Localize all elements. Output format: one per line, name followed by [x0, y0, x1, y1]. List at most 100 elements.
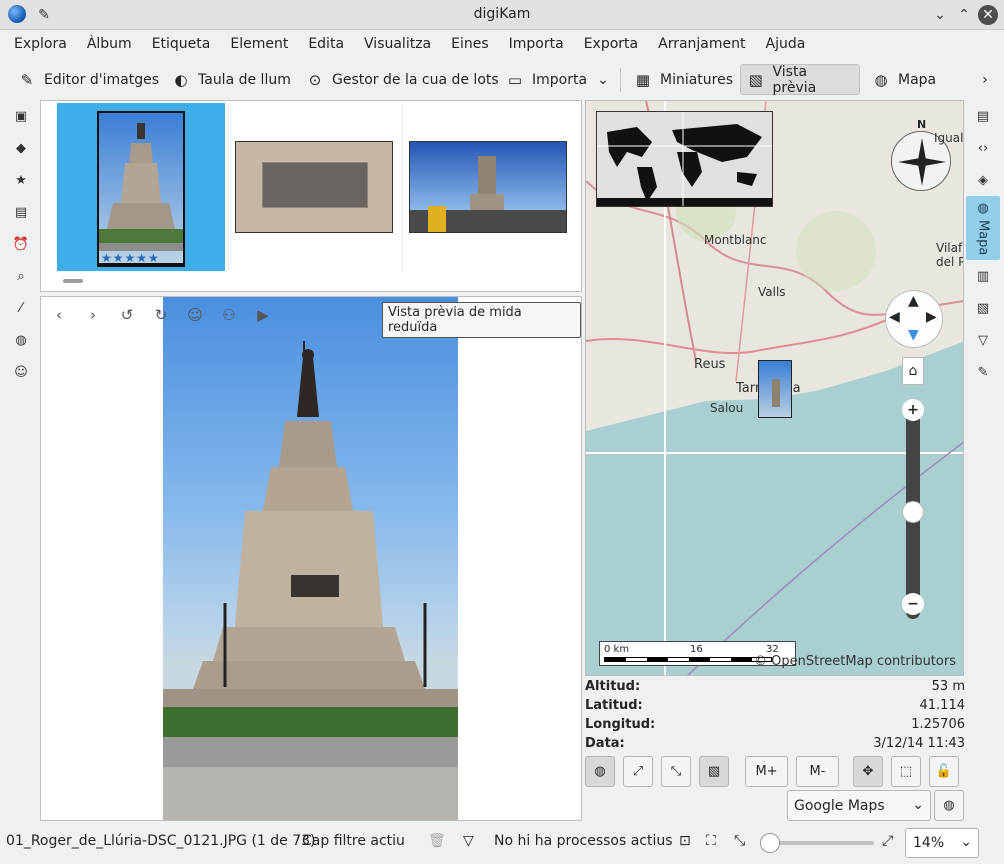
status-processes: No hi ha processos actius — [494, 833, 673, 849]
versions-icon[interactable]: ▧ — [966, 292, 1000, 324]
import-button[interactable]: ▭ Importa — [500, 64, 593, 95]
horizontal-scrollbar[interactable] — [63, 279, 83, 283]
rating-stars[interactable]: ★★★★★ — [101, 251, 160, 265]
trash-icon[interactable]: 🗑 — [428, 833, 446, 849]
map-search-icon[interactable]: ◍ — [8, 324, 34, 356]
toolbar-overflow-button[interactable]: › — [974, 64, 996, 95]
star-icon[interactable]: ★ — [8, 164, 34, 196]
map-label-valls: Valls — [758, 285, 786, 299]
map-pan-control[interactable]: ▲ ▼ ◀ ▶ — [886, 291, 942, 347]
metadata-icon[interactable]: ‹› — [966, 132, 1000, 164]
scale-mid: 16 — [690, 644, 703, 655]
zoom-in-button[interactable]: + — [902, 399, 924, 421]
expand-icon: ⤢ — [632, 764, 644, 779]
map-photo-marker[interactable] — [758, 360, 792, 418]
right-sidebar: ▤ ‹› ◈ ◍ Mapa ▥ ▧ ▽ ✎ — [966, 100, 1000, 388]
calendar-icon[interactable]: ▤ — [8, 196, 34, 228]
import-label: Importa — [532, 71, 588, 88]
slideshow-play-icon[interactable]: ▶ — [253, 305, 273, 325]
home-icon[interactable]: ⌂ — [902, 357, 924, 385]
filter-icon[interactable]: ▽ — [463, 833, 474, 849]
zoom-slider-handle[interactable] — [760, 833, 780, 853]
menu-element[interactable]: Element — [220, 30, 298, 60]
menu-edita[interactable]: Edita — [298, 30, 354, 60]
timeline-icon[interactable]: ⏰ — [8, 228, 34, 260]
filter-icon[interactable]: ▽ — [966, 324, 1000, 356]
lock-icon: 🔓 — [935, 764, 953, 779]
pencil-icon: ✎ — [20, 70, 34, 89]
forward-icon[interactable]: › — [83, 305, 103, 325]
add-face-icon[interactable]: ⚇ — [219, 305, 239, 325]
zoom-fit-screen-icon[interactable]: ⤢ — [882, 833, 893, 849]
group-more-button[interactable]: M+ — [745, 756, 788, 787]
menu-visualitza[interactable]: Visualitza — [354, 30, 441, 60]
menu-eines[interactable]: Eines — [441, 30, 499, 60]
preview-view-button[interactable]: ▧ Vista prèvia — [740, 64, 860, 96]
zoom-slider-handle[interactable] — [902, 501, 924, 523]
menu-importa[interactable]: Importa — [499, 30, 574, 60]
map-label-vilafranca: Vilafranca del Pe — [936, 241, 963, 269]
zoom-out-button[interactable]: − — [902, 593, 924, 615]
close-window-button[interactable]: ✕ — [978, 5, 998, 25]
scale-zero: 0 km — [604, 644, 630, 655]
map-settings-button[interactable]: ◍ — [934, 790, 964, 821]
map-globe-button[interactable]: ◍ — [585, 756, 615, 787]
fit-window-icon[interactable]: ⛶ — [706, 833, 716, 849]
camera-icon: ▭ — [507, 70, 523, 89]
map-provider-select[interactable]: Google Maps ⌄ — [787, 790, 931, 821]
map-view[interactable]: N ▲ ▼ ◀ ▶ ⌂ + − Igualada Montblanc Vilaf… — [585, 100, 964, 676]
menu-ajuda[interactable]: Ajuda — [756, 30, 816, 60]
globe-icon: ◍ — [943, 798, 955, 813]
light-table-button[interactable]: ◐ Taula de llum — [166, 64, 297, 95]
menu-album[interactable]: Àlbum — [77, 30, 142, 60]
fuzzy-search-icon[interactable]: ⁄ — [8, 292, 34, 324]
menu-exporta[interactable]: Exporta — [574, 30, 648, 60]
albums-icon[interactable]: ▣ — [8, 100, 34, 132]
altitude-value: 53 m — [931, 679, 965, 694]
people-icon[interactable]: ☺ — [8, 356, 34, 388]
rotate-right-icon[interactable]: ↻ — [151, 305, 171, 325]
menu-arranjament[interactable]: Arranjament — [648, 30, 755, 60]
grid-icon: ▦ — [635, 70, 651, 89]
face-tag-icon[interactable]: ☺ — [185, 305, 205, 325]
map-view-button[interactable]: ◍ Mapa — [866, 64, 942, 95]
image-icon: ▧ — [748, 70, 763, 89]
thumbnail-selected[interactable]: ★★★★★ — [57, 103, 225, 271]
tag-icon[interactable]: ◆ — [8, 132, 34, 164]
map-sidebar-tab[interactable]: ◍ Mapa — [966, 196, 1000, 260]
globe-icon: ◍ — [874, 70, 888, 89]
tools-icon[interactable]: ✎ — [966, 356, 1000, 388]
select-mode-button[interactable]: ⬚ — [891, 756, 921, 787]
thumbnail-strip: ★★★★★ — [40, 100, 582, 292]
show-thumbnails-button[interactable]: ▧ — [699, 756, 729, 787]
pan-mode-button[interactable]: ✥ — [853, 756, 883, 787]
menu-etiqueta[interactable]: Etiqueta — [142, 30, 221, 60]
search-icon[interactable]: ⌕ — [8, 260, 34, 292]
import-dropdown-button[interactable]: ⌄ — [592, 64, 614, 95]
rotate-left-icon[interactable]: ↺ — [117, 305, 137, 325]
maximize-chevron-icon[interactable]: ⌃ — [954, 5, 974, 25]
thumbnails-view-button[interactable]: ▦ Miniatures — [628, 64, 739, 95]
map-label-igualada: Igualada — [934, 131, 964, 145]
zoom-fit-icon[interactable]: ⊡ — [679, 833, 691, 849]
zoom-level-select[interactable]: 14% ⌄ — [905, 828, 979, 858]
colors-icon[interactable]: ◈ — [966, 164, 1000, 196]
batch-queue-button[interactable]: ⊙ Gestor de la cua de lots — [300, 64, 505, 95]
zoom-100-icon[interactable]: ⤡ — [734, 833, 745, 849]
group-less-button[interactable]: M- — [796, 756, 839, 787]
thumbnail-photo-2[interactable] — [235, 141, 393, 233]
chevron-right-icon: › — [982, 71, 988, 88]
image-editor-button[interactable]: ✎ Editor d'imatges — [12, 64, 165, 95]
back-icon[interactable]: ‹ — [49, 305, 69, 325]
captions-icon[interactable]: ▥ — [966, 260, 1000, 292]
thumbnail-photo-3[interactable] — [409, 141, 567, 233]
zoom-level-value: 14% — [913, 835, 945, 851]
world-minimap[interactable] — [596, 111, 773, 207]
lock-button[interactable]: 🔓 — [929, 756, 959, 787]
zoom-fit-button[interactable]: ⤢ — [623, 756, 653, 787]
shrink-icon: ⤡ — [670, 764, 682, 779]
minimize-chevron-icon[interactable]: ⌄ — [930, 5, 950, 25]
menu-explora[interactable]: Explora — [0, 30, 77, 60]
zoom-selection-button[interactable]: ⤡ — [661, 756, 691, 787]
properties-icon[interactable]: ▤ — [966, 100, 1000, 132]
